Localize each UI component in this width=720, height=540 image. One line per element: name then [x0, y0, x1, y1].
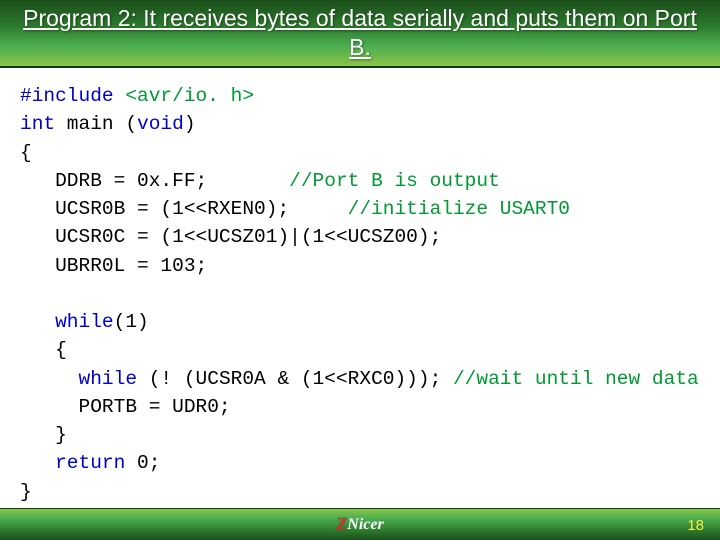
- logo-z-icon: Z: [336, 514, 347, 535]
- code-text: 0;: [125, 452, 160, 474]
- slide-content: #include <avr/io. h> int main (void) { D…: [0, 68, 720, 540]
- code-text: UCSR0C = (1<<UCSZ01)|(1<<UCSZ00);: [20, 226, 441, 248]
- code-text: ): [184, 113, 196, 135]
- code-text: [20, 311, 55, 333]
- code-text: UCSR0B = (1<<RXEN0);: [20, 198, 348, 220]
- slide: Program 2: It receives bytes of data ser…: [0, 0, 720, 540]
- code-text: }: [20, 424, 67, 446]
- code-text: UBRR0L = 103;: [20, 255, 207, 277]
- code-text: DDRB = 0x.FF;: [20, 170, 289, 192]
- code-text: [20, 452, 55, 474]
- code-text: main (: [55, 113, 137, 135]
- code-text: (1): [114, 311, 149, 333]
- footer-logo: Z Nicer: [336, 514, 383, 535]
- code-comment: //Port B is output: [289, 170, 500, 192]
- code-keyword: return: [55, 452, 125, 474]
- code-text: (! (UCSR0A & (1<<RXC0)));: [137, 368, 453, 390]
- logo-text: Nicer: [347, 516, 383, 534]
- code-keyword: while: [79, 368, 138, 390]
- page-number: 18: [687, 517, 704, 534]
- code-text: PORTB = UDR0;: [20, 396, 231, 418]
- code-comment: //initialize USART0: [348, 198, 570, 220]
- slide-footer: Z Nicer 18: [0, 508, 720, 540]
- code-block: #include <avr/io. h> int main (void) { D…: [20, 82, 700, 506]
- slide-title: Program 2: It receives bytes of data ser…: [20, 4, 700, 62]
- code-keyword: int: [20, 113, 55, 135]
- code-keyword: #include: [20, 85, 125, 107]
- code-text: {: [20, 142, 32, 164]
- code-comment: //wait until new data: [453, 368, 699, 390]
- code-keyword: void: [137, 113, 184, 135]
- code-text: {: [20, 339, 67, 361]
- code-text: }: [20, 481, 32, 503]
- slide-header: Program 2: It receives bytes of data ser…: [0, 0, 720, 68]
- code-text: [20, 368, 79, 390]
- code-keyword: while: [55, 311, 114, 333]
- code-include-path: <avr/io. h>: [125, 85, 254, 107]
